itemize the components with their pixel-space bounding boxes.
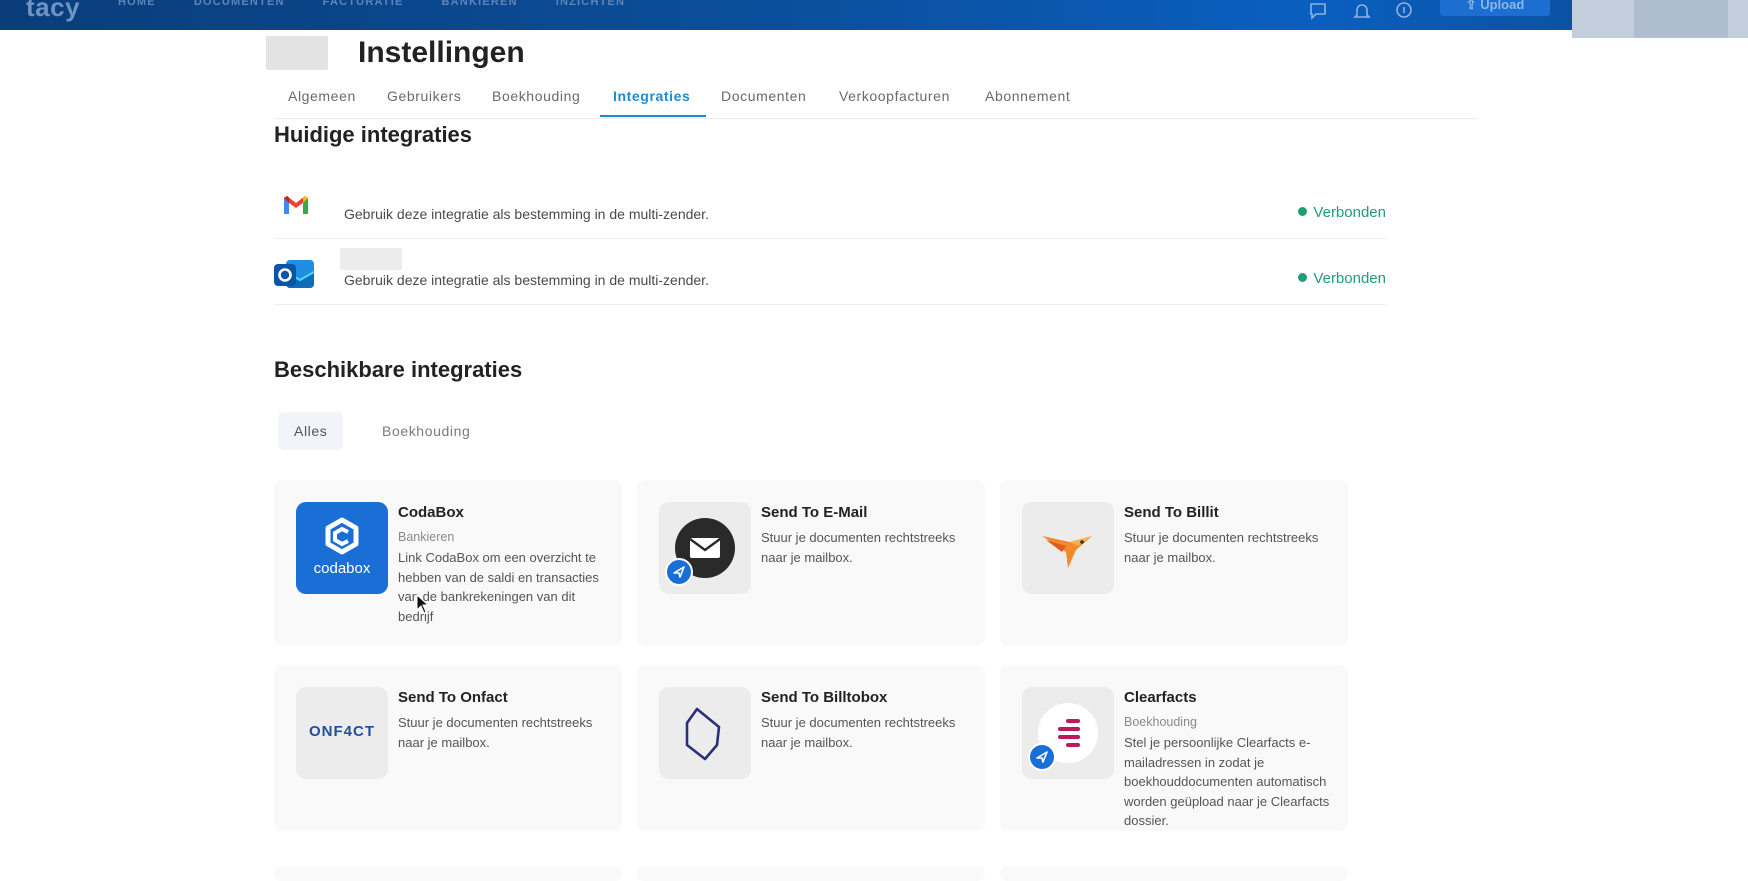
billit-bird-icon — [1022, 502, 1114, 594]
integration-row-gmail: Gebruik deze integratie als bestemming i… — [274, 172, 1386, 239]
upload-label: Upload — [1480, 0, 1525, 12]
card-category: Bankieren — [398, 530, 455, 544]
integration-card-partial[interactable] — [637, 866, 985, 881]
upload-icon: ⇪ — [1465, 0, 1481, 12]
company-logo-placeholder — [266, 36, 328, 70]
integration-description: Gebruik deze integratie als bestemming i… — [344, 206, 709, 222]
integration-row-outlook: Gebruik deze integratie als bestemming i… — [274, 238, 1386, 305]
integration-card-codabox[interactable]: codabox CodaBox Bankieren Link CodaBox o… — [274, 480, 622, 646]
top-navigation-bar: tacy HOME DOCUMENTEN FACTURATIE BANKIERE… — [0, 0, 1748, 30]
integration-card-send-to-onfact[interactable]: ONF4CT Send To Onfact Stuur je documente… — [274, 665, 622, 831]
card-title: CodaBox — [398, 504, 464, 521]
nav-bankieren[interactable]: BANKIEREN — [442, 0, 518, 8]
app-logo[interactable]: tacy — [26, 0, 80, 23]
filter-alles[interactable]: Alles — [278, 412, 344, 450]
page-title: Instellingen — [358, 36, 525, 69]
integration-card-partial[interactable] — [274, 866, 622, 881]
card-title: Clearfacts — [1124, 689, 1197, 706]
user-avatar-area[interactable] — [1572, 0, 1748, 38]
card-description: Stuur je documenten rechtstreeks naar je… — [398, 715, 593, 750]
status-dot — [1298, 207, 1308, 216]
integration-card-partial[interactable] — [1000, 866, 1348, 881]
status-dot — [1298, 273, 1308, 282]
integration-card-send-to-email[interactable]: Send To E-Mail Stuur je documenten recht… — [637, 480, 985, 646]
chat-icon[interactable] — [1308, 2, 1328, 20]
tab-boekhouding[interactable]: Boekhouding — [492, 88, 580, 104]
card-title: Send To E-Mail — [761, 504, 868, 521]
filter-boekhouding[interactable]: Boekhouding — [366, 412, 486, 450]
card-title: Send To Billtobox — [761, 689, 888, 706]
integration-name-placeholder — [340, 248, 402, 270]
tab-gebruikers[interactable]: Gebruikers — [387, 88, 461, 104]
nav-inzichten[interactable]: INZICHTEN — [556, 0, 625, 8]
codabox-logo: codabox — [296, 502, 388, 594]
card-description: Stuur je documenten rechtstreeks naar je… — [1124, 530, 1319, 565]
nav-documenten[interactable]: DOCUMENTEN — [194, 0, 285, 8]
tab-verkoopfacturen[interactable]: Verkoopfacturen — [839, 88, 950, 104]
card-category: Boekhouding — [1124, 715, 1197, 729]
connected-status: Verbonden — [1298, 270, 1386, 287]
outlook-icon — [274, 256, 316, 297]
bell-icon[interactable] — [1352, 2, 1372, 20]
card-title: Send To Onfact — [398, 689, 508, 706]
tab-integraties[interactable]: Integraties — [613, 88, 690, 104]
available-integrations-title: Beschikbare integraties — [274, 357, 523, 382]
card-description: Stuur je documenten rechtstreeks naar je… — [761, 715, 956, 750]
billtobox-icon — [659, 687, 751, 779]
info-icon[interactable] — [1394, 2, 1414, 20]
mouse-cursor-icon — [416, 593, 430, 619]
gmail-icon — [282, 194, 310, 221]
status-label: Verbonden — [1313, 270, 1386, 287]
nav-facturatie[interactable]: FACTURATIE — [323, 0, 404, 8]
integration-description: Gebruik deze integratie als bestemming i… — [344, 272, 709, 288]
settings-tabs: Algemeen Gebruikers Boekhouding Integrat… — [274, 84, 1478, 119]
onfact-logo: ONF4CT — [296, 687, 388, 779]
tab-abonnement[interactable]: Abonnement — [985, 88, 1070, 104]
status-label: Verbonden — [1313, 204, 1386, 221]
clearfacts-icon — [1022, 687, 1114, 779]
active-tab-indicator — [600, 115, 706, 117]
card-description: Stuur je documenten rechtstreeks naar je… — [761, 530, 956, 565]
tab-documenten[interactable]: Documenten — [721, 88, 806, 104]
email-icon — [659, 502, 751, 594]
integration-card-clearfacts[interactable]: Clearfacts Boekhouding Stel je persoonli… — [1000, 665, 1348, 831]
send-badge-icon — [665, 558, 693, 586]
onfact-wordmark: ONF4CT — [309, 723, 375, 740]
send-badge-icon — [1028, 743, 1056, 771]
current-integrations-title: Huidige integraties — [274, 122, 473, 147]
integration-card-send-to-billtobox[interactable]: Send To Billtobox Stuur je documenten re… — [637, 665, 985, 831]
connected-status: Verbonden — [1298, 204, 1386, 221]
nav-home[interactable]: HOME — [118, 0, 156, 8]
tab-algemeen[interactable]: Algemeen — [288, 88, 356, 104]
card-description: Stel je persoonlijke Clearfacts e-mailad… — [1124, 735, 1330, 828]
upload-button[interactable]: ⇪ Upload — [1440, 0, 1550, 16]
integration-card-send-to-billit[interactable]: Send To Billit Stuur je documenten recht… — [1000, 480, 1348, 646]
codabox-wordmark: codabox — [313, 560, 371, 577]
card-title: Send To Billit — [1124, 504, 1219, 521]
main-nav: HOME DOCUMENTEN FACTURATIE BANKIEREN INZ… — [118, 0, 625, 8]
